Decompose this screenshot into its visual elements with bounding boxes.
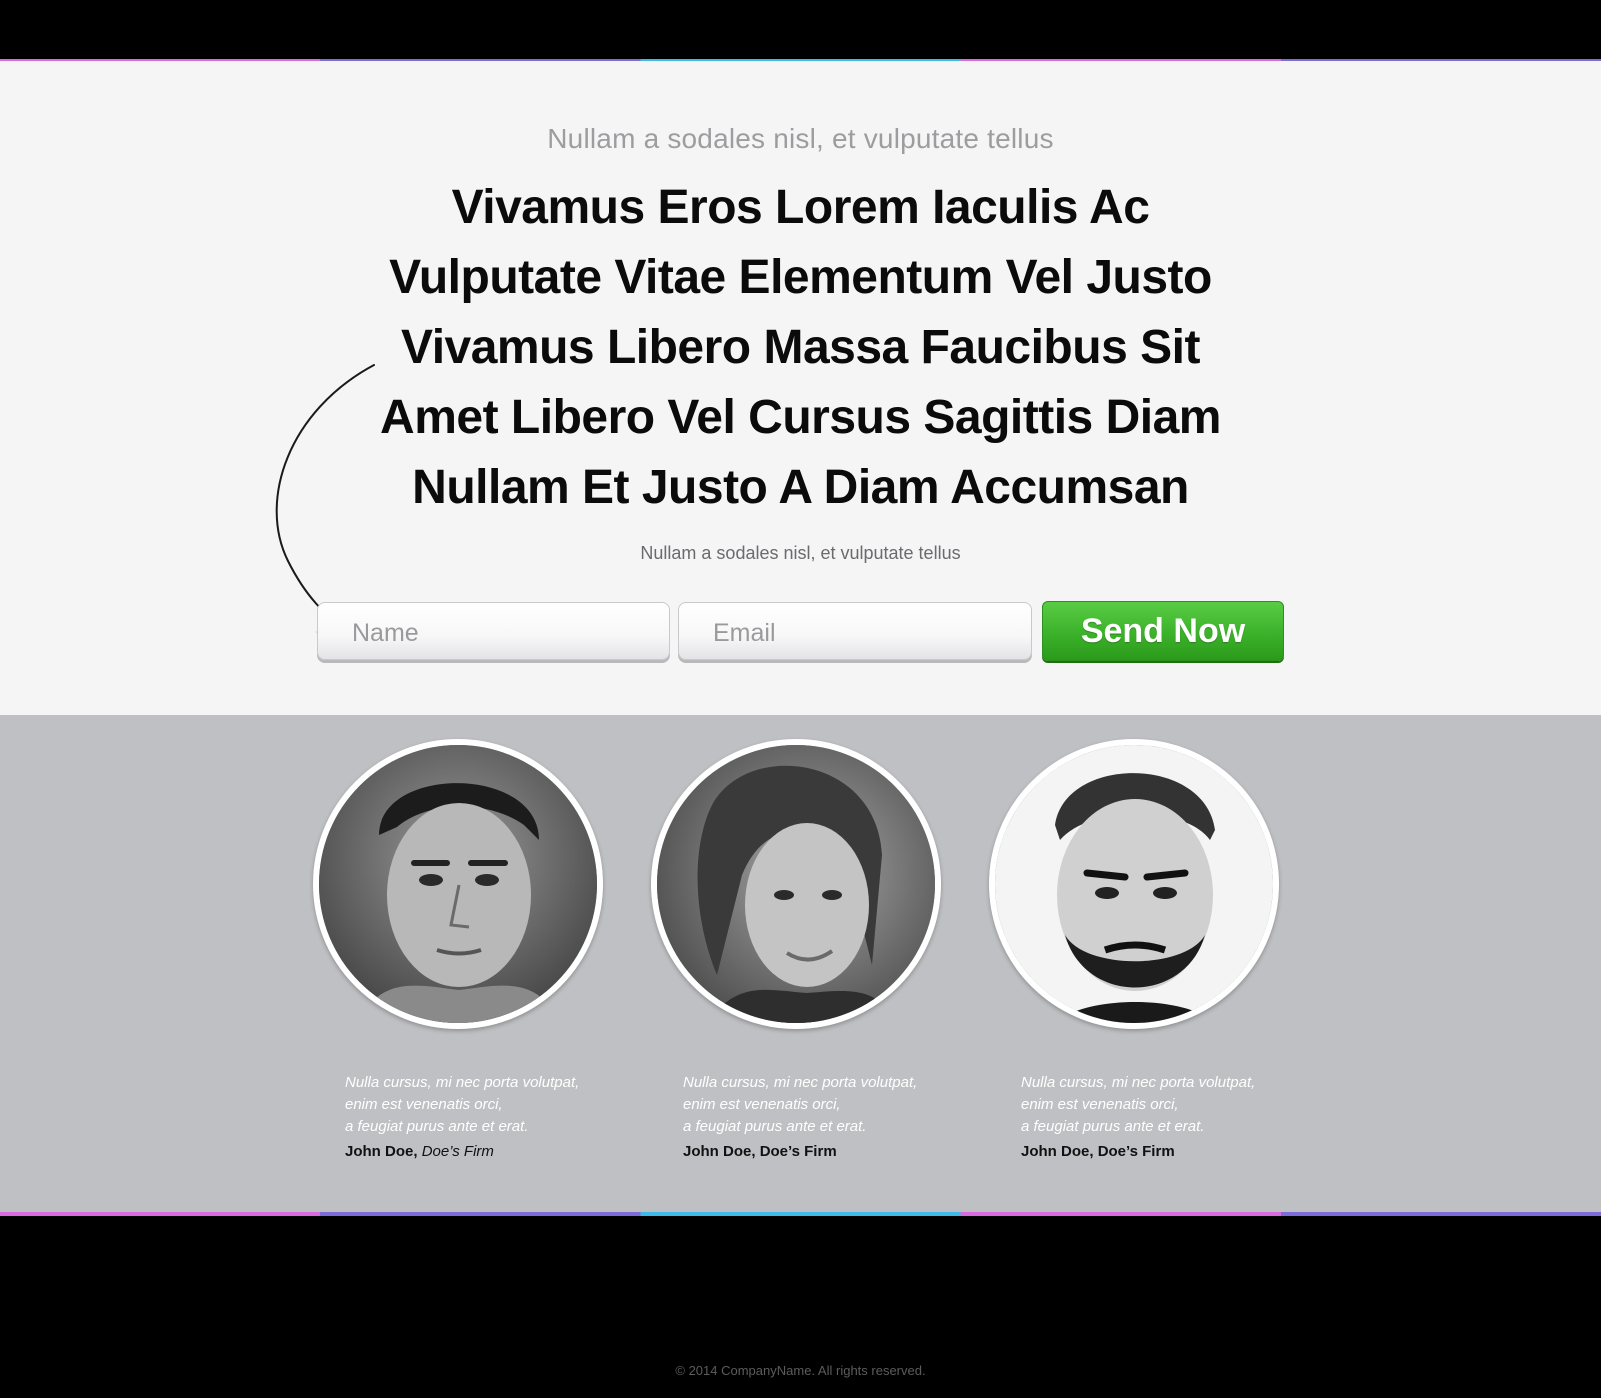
avatar (313, 739, 603, 1029)
person-photo-icon (319, 745, 597, 1023)
quote-line: Nulla cursus, mi nec porta volutpat, (1021, 1074, 1256, 1091)
email-input[interactable] (679, 603, 1031, 659)
hero-headline: Vivamus Eros Lorem Iaculis Ac Vulputate … (300, 173, 1301, 523)
headline-line: Amet Libero Vel Cursus Sagittis Diam (380, 391, 1221, 444)
testimonials-section: Nulla cursus, mi nec porta volutpat, eni… (0, 715, 1601, 1212)
author-firm: Doe’s Firm (759, 1143, 837, 1160)
person-photo-icon (995, 745, 1273, 1023)
quote-line: a feugiat purus ante et erat. (345, 1118, 529, 1135)
headline-line: Vivamus Libero Massa Faucibus Sit (401, 321, 1200, 374)
email-field[interactable] (678, 602, 1032, 660)
headline-line: Nullam Et Justo A Diam Accumsan (412, 461, 1189, 514)
headline-line: Vulputate Vitae Elementum Vel Justo (389, 251, 1212, 304)
testimonial-author: John Doe, Doe’s Firm (683, 1143, 837, 1160)
headline-line: Vivamus Eros Lorem Iaculis Ac (451, 181, 1150, 234)
avatar (651, 739, 941, 1029)
author-name: John Doe, (683, 1143, 756, 1160)
footer-copyright: © 2014 CompanyName. All rights reserved. (675, 1363, 926, 1378)
testimonial-author: John Doe, Doe’s Firm (345, 1143, 494, 1160)
testimonial-quote: Nulla cursus, mi nec porta volutpat, eni… (345, 1072, 625, 1138)
quote-line: Nulla cursus, mi nec porta volutpat, (683, 1074, 918, 1091)
author-name: John Doe, (1021, 1143, 1094, 1160)
testimonial-quote: Nulla cursus, mi nec porta volutpat, eni… (1021, 1072, 1301, 1138)
author-firm: Doe’s Firm (421, 1143, 494, 1160)
quote-line: Nulla cursus, mi nec porta volutpat, (345, 1074, 580, 1091)
top-bar (0, 0, 1601, 59)
quote-line: a feugiat purus ante et erat. (1021, 1118, 1205, 1135)
quote-line: enim est venenatis orci, (683, 1096, 841, 1113)
testimonial-quote: Nulla cursus, mi nec porta volutpat, eni… (683, 1072, 963, 1138)
hero-subtext: Nullam a sodales nisl, et vulputate tell… (640, 543, 961, 563)
quote-line: enim est venenatis orci, (345, 1096, 503, 1113)
send-now-button[interactable]: Send Now (1042, 601, 1284, 661)
bottom-color-stripe (0, 1212, 1601, 1216)
author-name: John Doe, (345, 1143, 418, 1160)
person-photo-icon (657, 745, 935, 1023)
quote-line: a feugiat purus ante et erat. (683, 1118, 867, 1135)
quote-line: enim est venenatis orci, (1021, 1096, 1179, 1113)
name-input[interactable] (318, 603, 669, 659)
avatar (989, 739, 1279, 1029)
hero-kicker: Nullam a sodales nisl, et vulputate tell… (547, 123, 1054, 154)
testimonial-author: John Doe, Doe’s Firm (1021, 1143, 1175, 1160)
author-firm: Doe’s Firm (1097, 1143, 1175, 1160)
name-field[interactable] (317, 602, 670, 660)
